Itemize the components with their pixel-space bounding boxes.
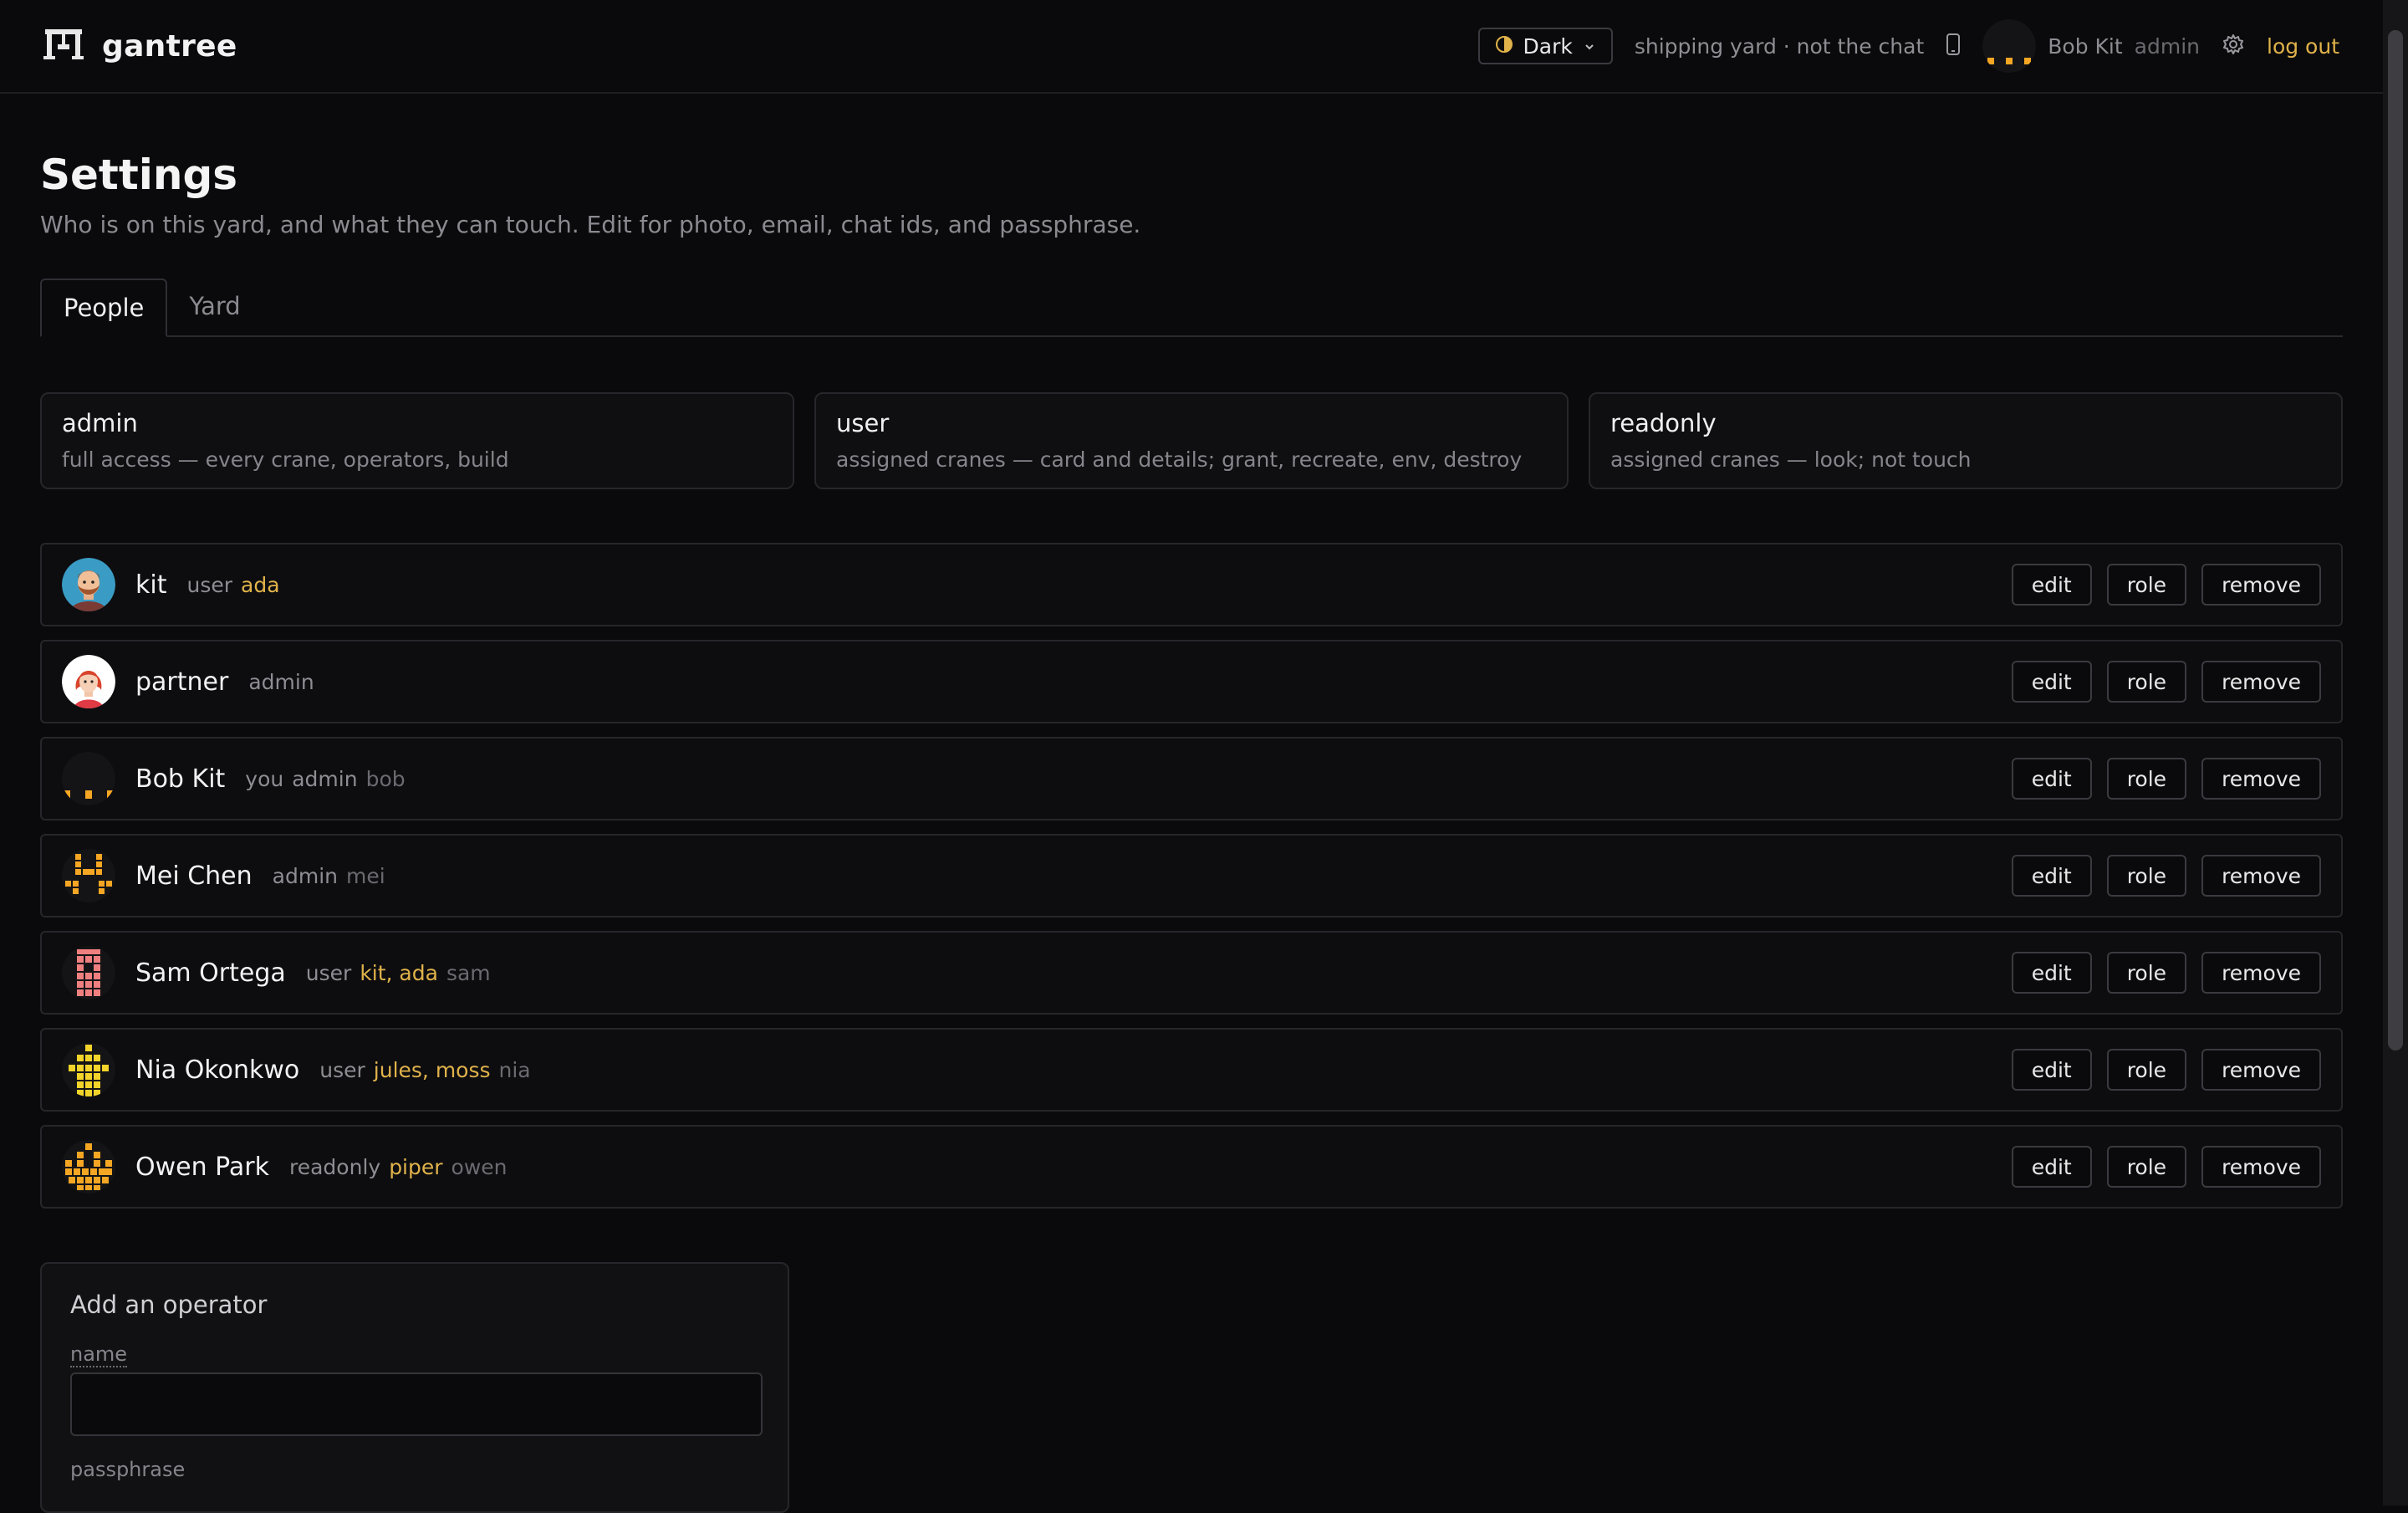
role-description: assigned cranes — look; not touch bbox=[1610, 447, 1972, 472]
gear-icon[interactable] bbox=[2222, 33, 2245, 59]
role-button[interactable]: role bbox=[2106, 758, 2187, 800]
page-subtitle: Who is on this yard, and what they can t… bbox=[40, 211, 1141, 238]
edit-button[interactable]: edit bbox=[2011, 952, 2092, 994]
avatar[interactable] bbox=[62, 558, 115, 611]
edit-button[interactable]: edit bbox=[2011, 661, 2092, 703]
avatar[interactable] bbox=[62, 946, 115, 999]
person-row: Bob Kit you admin bob edit role remove bbox=[40, 737, 2343, 820]
person-role: user bbox=[319, 1057, 365, 1082]
role-button[interactable]: role bbox=[2106, 564, 2187, 606]
edit-button[interactable]: edit bbox=[2011, 564, 2092, 606]
person-name: Mei Chen bbox=[135, 861, 253, 891]
page-title: Settings bbox=[40, 151, 238, 199]
remove-button[interactable]: remove bbox=[2201, 661, 2321, 703]
person-row: Owen Park readonly piper owen edit role … bbox=[40, 1125, 2343, 1209]
half-moon-icon bbox=[1495, 34, 1513, 59]
role-cards: admin full access — every crane, operato… bbox=[40, 392, 2343, 489]
role-card-readonly: readonly assigned cranes — look; not tou… bbox=[1589, 392, 2343, 489]
role-button[interactable]: role bbox=[2106, 952, 2187, 994]
person-cranes: piper bbox=[389, 1154, 443, 1179]
avatar[interactable] bbox=[62, 1140, 115, 1194]
person-row: Mei Chen admin mei edit role remove bbox=[40, 834, 2343, 918]
current-user[interactable]: Bob Kit admin bbox=[1982, 19, 2200, 73]
role-name: admin bbox=[62, 409, 138, 437]
scrollbar[interactable] bbox=[2383, 0, 2408, 1505]
role-button[interactable]: role bbox=[2106, 1049, 2187, 1091]
remove-button[interactable]: remove bbox=[2201, 855, 2321, 897]
add-operator-title: Add an operator bbox=[70, 1291, 268, 1319]
add-operator-card: Add an operator name passphrase bbox=[40, 1262, 789, 1513]
role-button[interactable]: role bbox=[2106, 855, 2187, 897]
role-description: full access — every crane, operators, bu… bbox=[62, 447, 509, 472]
person-handle: sam bbox=[446, 960, 491, 985]
yard-label: shipping yard · not the chat bbox=[1634, 33, 1925, 59]
name-label: name bbox=[70, 1342, 128, 1367]
remove-button[interactable]: remove bbox=[2201, 1146, 2321, 1188]
avatar[interactable] bbox=[62, 849, 115, 902]
theme-select[interactable]: Dark bbox=[1477, 28, 1613, 64]
person-cranes: jules, moss bbox=[373, 1057, 491, 1082]
person-name: Nia Okonkwo bbox=[135, 1055, 300, 1085]
role-button[interactable]: role bbox=[2106, 661, 2187, 703]
scrollbar-thumb[interactable] bbox=[2388, 30, 2403, 1050]
person-cranes: kit, ada bbox=[360, 960, 438, 985]
edit-button[interactable]: edit bbox=[2011, 758, 2092, 800]
person-role: readonly bbox=[289, 1154, 381, 1179]
avatar[interactable] bbox=[62, 752, 115, 805]
person-row: partner admin edit role remove bbox=[40, 640, 2343, 723]
gantry-logo-icon bbox=[43, 28, 84, 64]
role-button[interactable]: role bbox=[2106, 1146, 2187, 1188]
role-name: readonly bbox=[1610, 409, 1717, 437]
person-role: admin bbox=[292, 766, 358, 791]
logout-link[interactable]: log out bbox=[2267, 34, 2339, 59]
person-role: admin bbox=[272, 863, 338, 888]
person-row: Sam Ortega user kit, ada sam edit role r… bbox=[40, 931, 2343, 1015]
name-input[interactable] bbox=[70, 1372, 763, 1436]
theme-label: Dark bbox=[1523, 33, 1573, 59]
main-content: Settings Who is on this yard, and what t… bbox=[40, 94, 2343, 1513]
person-handle: owen bbox=[451, 1154, 508, 1179]
person-handle: bob bbox=[365, 766, 406, 791]
tab-yard[interactable]: Yard bbox=[167, 277, 262, 335]
person-name: Owen Park bbox=[135, 1152, 269, 1182]
remove-button[interactable]: remove bbox=[2201, 952, 2321, 994]
tab-bar: People Yard bbox=[40, 279, 2343, 337]
tab-people[interactable]: People bbox=[40, 279, 168, 337]
role-name: user bbox=[836, 409, 890, 437]
edit-button[interactable]: edit bbox=[2011, 1146, 2092, 1188]
remove-button[interactable]: remove bbox=[2201, 758, 2321, 800]
person-cranes: ada bbox=[241, 572, 280, 597]
person-role: user bbox=[186, 572, 233, 597]
edit-button[interactable]: edit bbox=[2011, 855, 2092, 897]
chevron-down-icon bbox=[1583, 34, 1596, 59]
you-badge: you bbox=[245, 766, 284, 791]
app-name: gantree bbox=[102, 28, 237, 64]
person-name: Bob Kit bbox=[135, 764, 226, 794]
role-description: assigned cranes — card and details; gran… bbox=[836, 447, 1523, 472]
person-role: admin bbox=[248, 669, 314, 694]
edit-button[interactable]: edit bbox=[2011, 1049, 2092, 1091]
person-handle: mei bbox=[346, 863, 385, 888]
people-list: kit user ada edit role remove partner ad… bbox=[40, 543, 2343, 1209]
brand[interactable]: gantree bbox=[43, 28, 237, 64]
top-bar: gantree Dark shipping yard · not the cha… bbox=[0, 0, 2383, 94]
avatar[interactable] bbox=[62, 655, 115, 708]
person-name: partner bbox=[135, 667, 229, 697]
person-row: Nia Okonkwo user jules, moss nia edit ro… bbox=[40, 1028, 2343, 1112]
user-role: admin bbox=[2134, 33, 2200, 59]
avatar[interactable] bbox=[62, 1043, 115, 1096]
phone-icon[interactable] bbox=[1946, 33, 1961, 59]
remove-button[interactable]: remove bbox=[2201, 564, 2321, 606]
user-name: Bob Kit bbox=[2048, 33, 2123, 59]
remove-button[interactable]: remove bbox=[2201, 1049, 2321, 1091]
person-row: kit user ada edit role remove bbox=[40, 543, 2343, 626]
person-role: user bbox=[305, 960, 352, 985]
passphrase-label: passphrase bbox=[70, 1458, 186, 1481]
person-name: Sam Ortega bbox=[135, 958, 286, 988]
person-handle: nia bbox=[498, 1057, 531, 1082]
role-card-admin: admin full access — every crane, operato… bbox=[40, 392, 794, 489]
avatar bbox=[1982, 19, 2037, 73]
person-name: kit bbox=[135, 570, 167, 600]
role-card-user: user assigned cranes — card and details;… bbox=[814, 392, 1569, 489]
